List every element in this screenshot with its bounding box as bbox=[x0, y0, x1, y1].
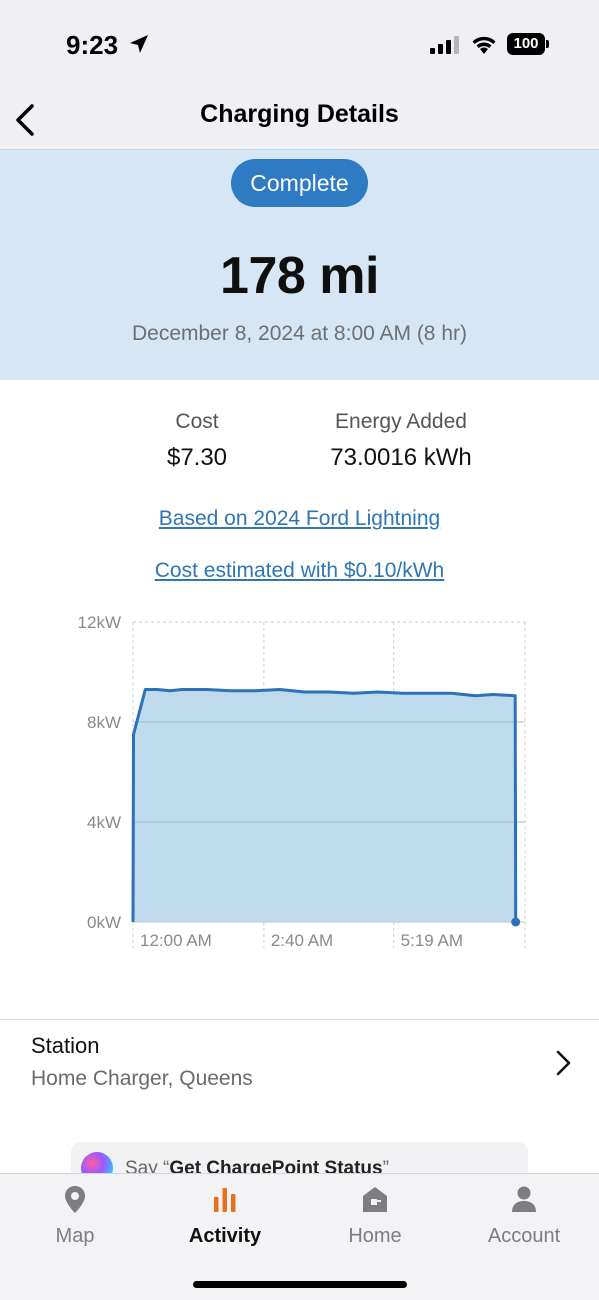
chevron-right-icon bbox=[556, 1050, 571, 1076]
tab-label: Home bbox=[348, 1225, 402, 1247]
y-tick-label: 12kW bbox=[78, 613, 121, 632]
x-tick-label: 12:00 AM bbox=[140, 931, 212, 950]
status-bar: 9:23 100 bbox=[0, 0, 599, 90]
location-arrow-icon bbox=[130, 35, 148, 53]
vehicle-link[interactable]: Based on 2024 Ford Lightning bbox=[0, 507, 599, 531]
page-title: Charging Details bbox=[200, 100, 399, 128]
station-name: Home Charger, Queens bbox=[31, 1067, 253, 1090]
status-time: 9:23 bbox=[66, 30, 119, 60]
miles-added: 178 mi bbox=[220, 247, 379, 305]
x-tick-label: 2:40 AM bbox=[271, 931, 333, 950]
wifi-icon bbox=[472, 36, 496, 54]
end-point bbox=[511, 917, 521, 927]
bar-chart-icon bbox=[214, 1188, 236, 1212]
home-indicator bbox=[193, 1281, 407, 1288]
energy-label: Energy Added bbox=[335, 410, 467, 433]
energy-value: 73.0016 kWh bbox=[330, 444, 472, 471]
tab-bar: Map Activity Home Account bbox=[0, 1173, 599, 1300]
cost-label: Cost bbox=[175, 410, 219, 433]
power-area bbox=[133, 689, 516, 922]
battery-icon: 100 bbox=[507, 33, 549, 55]
tab-label: Account bbox=[487, 1225, 561, 1247]
session-date: December 8, 2024 at 8:00 AM (8 hr) bbox=[131, 322, 467, 345]
cost-stat: Cost $7.30 bbox=[137, 410, 257, 472]
map-pin-icon bbox=[65, 1186, 85, 1213]
home-charger-icon bbox=[363, 1187, 387, 1212]
status-badge: Complete bbox=[231, 159, 368, 207]
navigation-bar: Charging Details bbox=[0, 90, 599, 150]
energy-stat: Energy Added 73.0016 kWh bbox=[301, 410, 501, 472]
tab-account[interactable]: Account bbox=[449, 1174, 599, 1254]
station-row[interactable]: Station Home Charger, Queens bbox=[0, 1019, 599, 1111]
y-tick-label: 8kW bbox=[87, 713, 121, 732]
tab-label: Activity bbox=[188, 1225, 262, 1247]
cellular-signal-icon bbox=[430, 36, 459, 54]
y-tick-label: 0kW bbox=[87, 913, 121, 932]
session-summary: Complete 178 mi December 8, 2024 at 8:00… bbox=[0, 150, 599, 380]
tab-home[interactable]: Home bbox=[300, 1174, 450, 1254]
y-tick-label: 4kW bbox=[87, 813, 121, 832]
person-icon bbox=[512, 1186, 536, 1212]
power-chart: 0kW 4kW 8kW 12kW 12:00 AM 2:40 AM 5:19 AM bbox=[78, 613, 526, 950]
rate-link[interactable]: Cost estimated with $0.10/kWh bbox=[0, 559, 599, 583]
x-tick-label: 5:19 AM bbox=[401, 931, 463, 950]
tab-map[interactable]: Map bbox=[0, 1174, 150, 1254]
station-label: Station bbox=[31, 1033, 100, 1058]
cost-value: $7.30 bbox=[166, 444, 228, 471]
tab-activity[interactable]: Activity bbox=[150, 1174, 300, 1254]
battery-level: 100 bbox=[507, 33, 545, 55]
tab-label: Map bbox=[55, 1225, 95, 1247]
